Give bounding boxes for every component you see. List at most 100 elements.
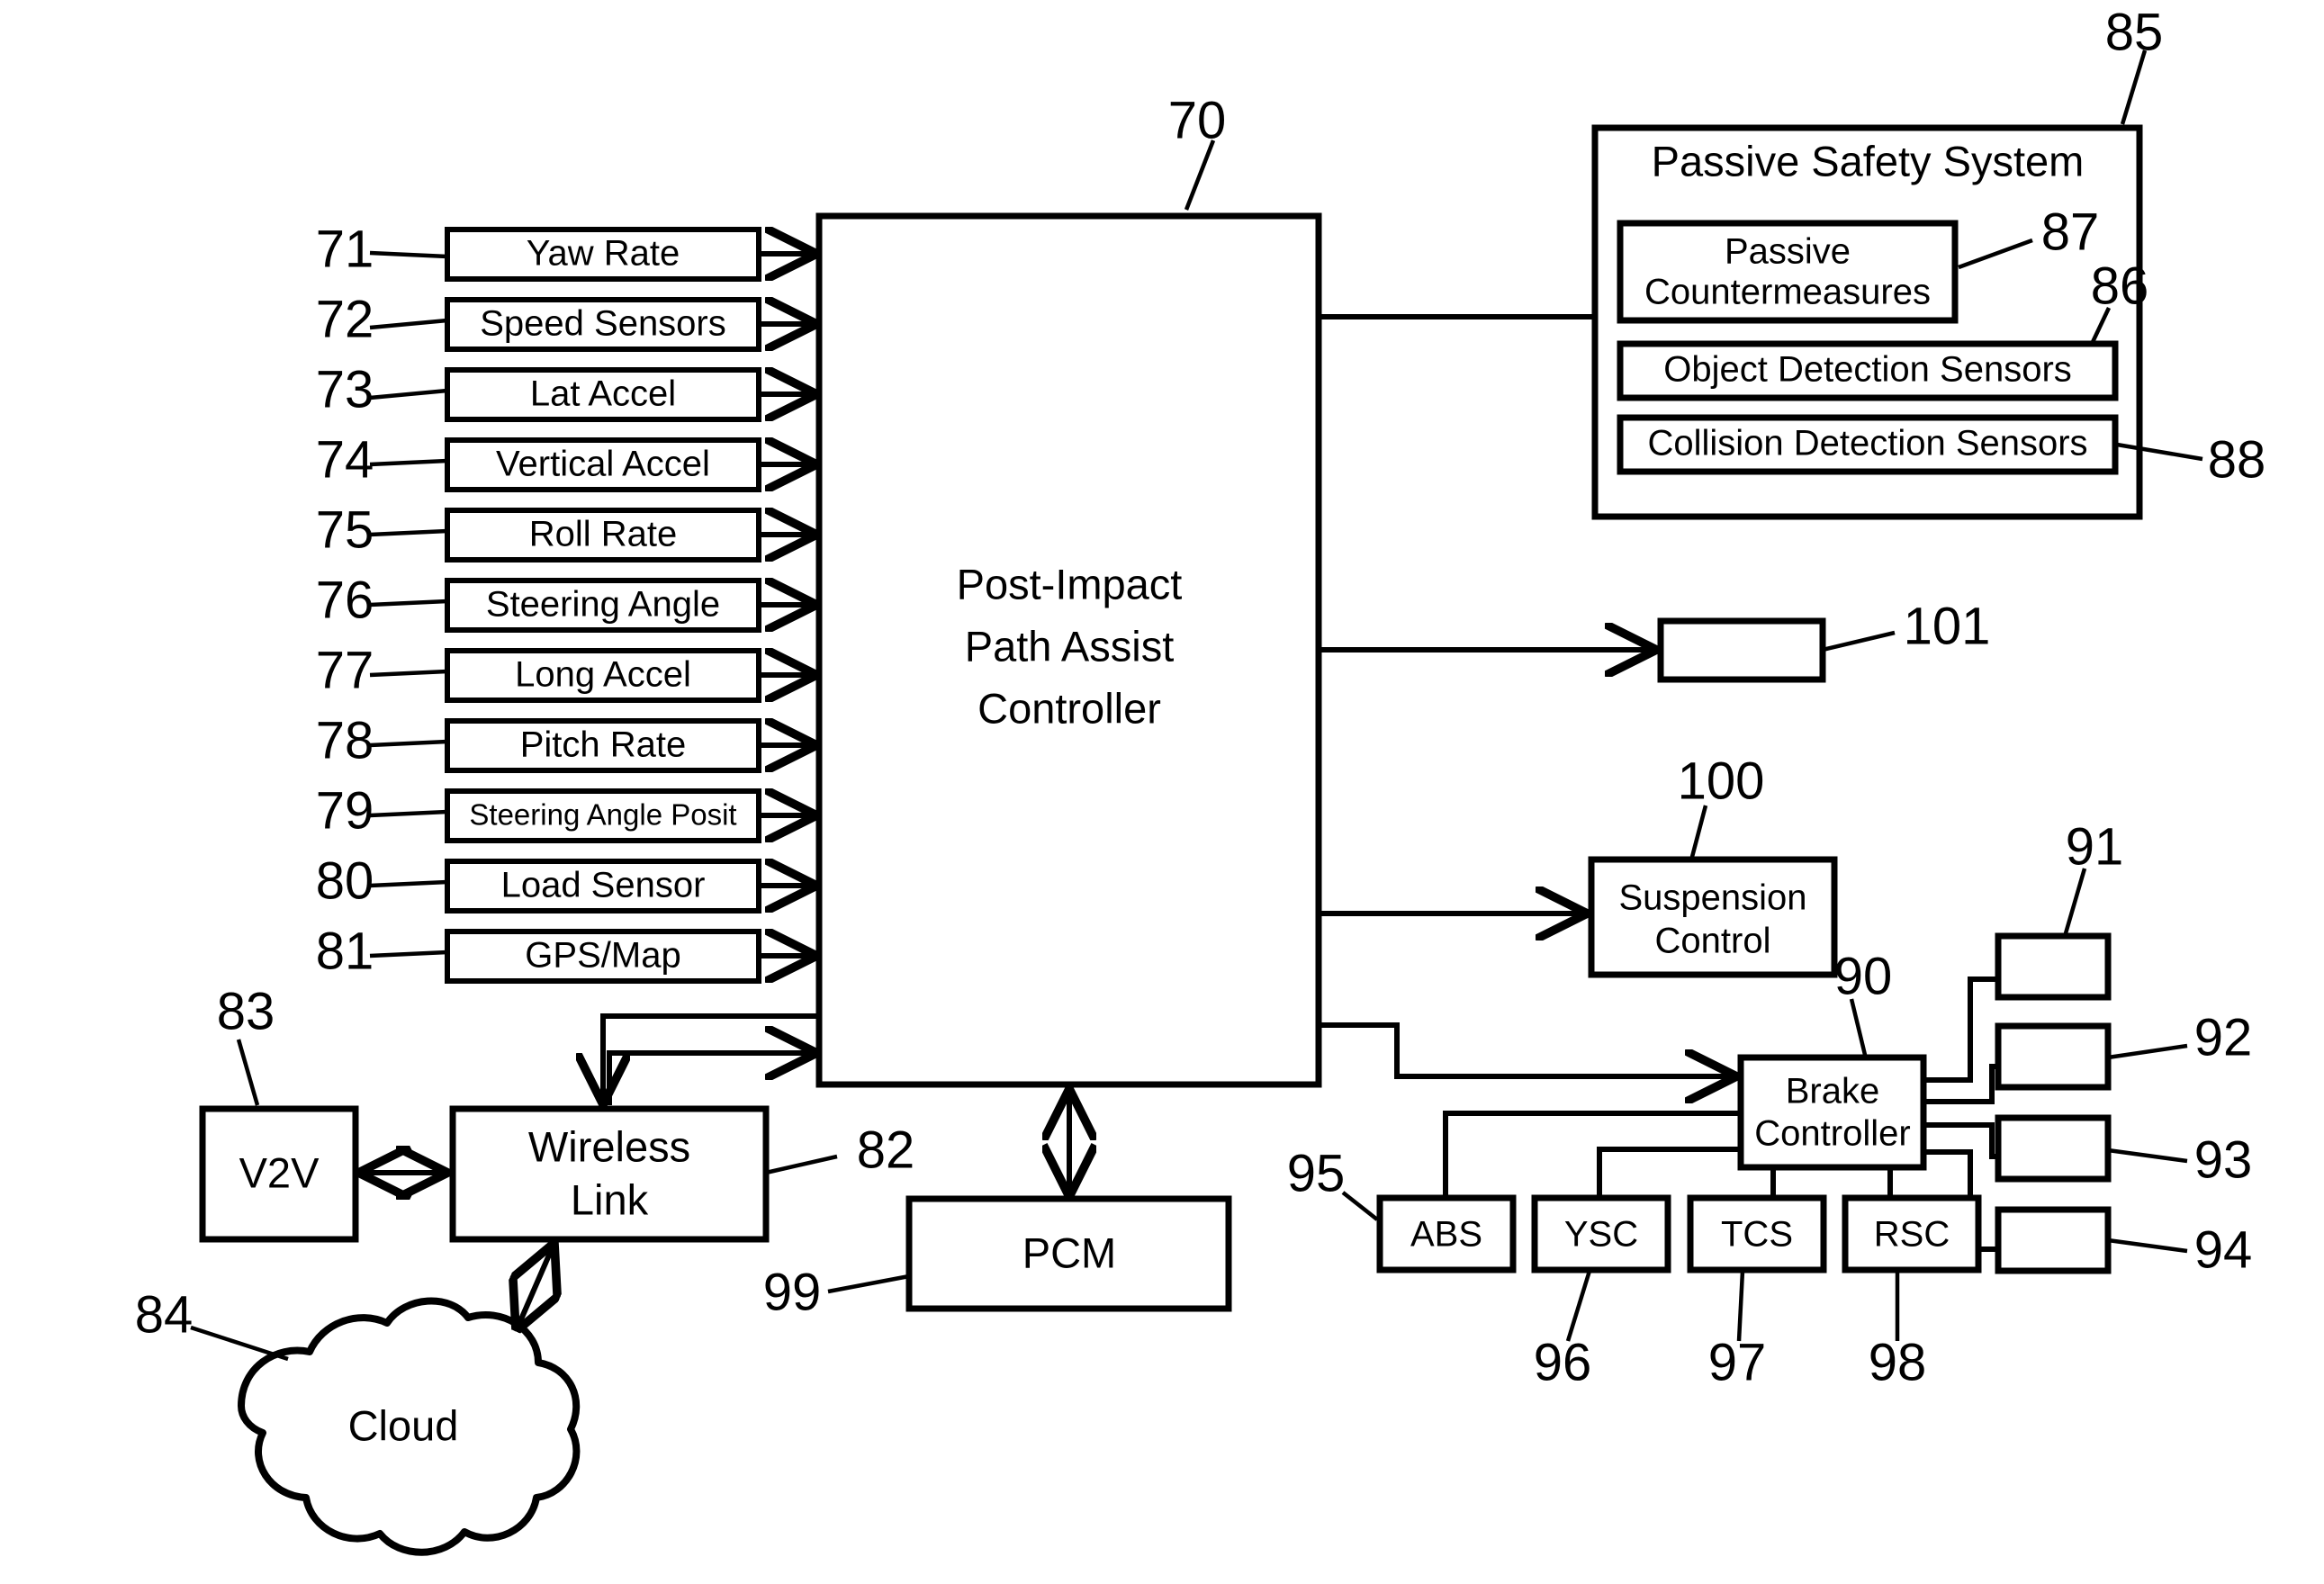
brake-actuator-box-94[interactable]: [1995, 1206, 2112, 1274]
brake-controller[interactable]: Brake Controller: [1737, 1054, 1927, 1171]
wire-brake-to-actuator-92: [1923, 1064, 1998, 1104]
leader-line-92: [2107, 1043, 2188, 1060]
leader-line-93: [2107, 1148, 2188, 1164]
cloud-label: Cloud: [348, 1401, 459, 1449]
leader-line-91: [2063, 868, 2087, 934]
leader-line-76: [369, 598, 448, 608]
brake-controller-label-line1: Brake: [1786, 1072, 1880, 1112]
brake-actuator-93[interactable]: [1995, 1114, 2112, 1183]
leader-line-74: [369, 458, 448, 467]
unlabeled-output-box[interactable]: [1657, 617, 1826, 683]
brake-actuator-box-92[interactable]: [1995, 1022, 2112, 1091]
ref-number-77: 77: [316, 641, 374, 699]
sensor-label-steering-angle-posit: Steering Angle Posit: [469, 798, 736, 832]
ref-number-93: 93: [2194, 1130, 2253, 1189]
passive-safety-system[interactable]: Passive Safety System Passive Countermea…: [1591, 124, 2143, 520]
tcs-label: TCS: [1721, 1215, 1793, 1255]
wireless-link-module[interactable]: Wireless Link: [449, 1105, 770, 1243]
ref-number-94: 94: [2194, 1220, 2253, 1279]
wireless-link-label-line2: Link: [571, 1175, 649, 1223]
sensor-label-roll-rate: Roll Rate: [529, 515, 678, 554]
sensor-label-vertical-accel: Vertical Accel: [496, 445, 710, 484]
sensor-row-roll-rate: 75 Roll Rate: [316, 500, 815, 562]
sensor-row-yaw-rate: 71 Yaw Rate: [316, 220, 815, 282]
ref-number-86: 86: [2091, 256, 2149, 315]
sensor-label-yaw-rate: Yaw Rate: [527, 234, 680, 274]
v2v-label: V2V: [239, 1148, 320, 1196]
passive-safety-system-title: Passive Safety System: [1652, 137, 2085, 184]
collision-detection-sensors-label: Collision Detection Sensors: [1647, 424, 2087, 464]
brake-controller-label-line2: Controller: [1754, 1114, 1910, 1154]
sensor-label-speed-sensors: Speed Sensors: [480, 304, 726, 344]
post-impact-path-assist-controller[interactable]: Post-Impact Path Assist Controller: [815, 212, 1322, 1088]
leader-line-84: [190, 1325, 289, 1362]
v2v-module[interactable]: V2V: [199, 1105, 359, 1243]
pcm-label: PCM: [1022, 1228, 1116, 1276]
cloud-node[interactable]: Cloud: [238, 1297, 581, 1556]
ref-number-96: 96: [1534, 1333, 1592, 1391]
sensor-label-steering-angle: Steering Angle: [486, 585, 720, 625]
leader-line-73: [369, 388, 448, 400]
sensor-row-speed-sensors: 72 Speed Sensors: [316, 290, 815, 352]
leader-line-90: [1849, 998, 1868, 1056]
ref-number-92: 92: [2194, 1008, 2253, 1066]
ref-number-79: 79: [316, 781, 374, 840]
ref-number-95: 95: [1287, 1144, 1346, 1202]
sensor-row-vertical-accel: 74 Vertical Accel: [316, 430, 815, 492]
ysc-label: YSC: [1564, 1215, 1638, 1255]
ref-number-91: 91: [2066, 817, 2124, 876]
object-detection-sensors-label: Object Detection Sensors: [1663, 350, 2072, 390]
brake-subsystem-rsc[interactable]: RSC: [1842, 1194, 1982, 1274]
wire-abs-to-brake-controller: [1443, 1111, 1741, 1198]
sensor-row-load-sensor: 80 Load Sensor: [316, 851, 815, 914]
sensor-row-pitch-rate: 78 Pitch Rate: [316, 711, 815, 773]
ref-number-100: 100: [1678, 752, 1765, 810]
ref-number-83: 83: [217, 982, 275, 1040]
pcm-module[interactable]: PCM: [905, 1195, 1232, 1312]
ref-number-73: 73: [316, 360, 374, 418]
sensor-row-steering-angle-posit: 79 Steering Angle Posit: [316, 781, 815, 843]
brake-actuator-91[interactable]: [1995, 932, 2112, 1001]
leader-line-94: [2107, 1238, 2188, 1254]
leader-line-99: [827, 1274, 910, 1294]
brake-actuator-94[interactable]: [1995, 1206, 2112, 1274]
leader-line-78: [369, 739, 448, 748]
ref-number-84: 84: [135, 1285, 194, 1344]
brake-actuator-box-93[interactable]: [1995, 1114, 2112, 1183]
wire-controller-to-wireless: [603, 1013, 819, 1102]
leader-line-100: [1689, 805, 1708, 858]
ref-number-98: 98: [1869, 1333, 1927, 1391]
ref-number-80: 80: [316, 851, 374, 910]
brake-subsystem-abs[interactable]: ABS: [1376, 1194, 1517, 1274]
wireless-link-label-line1: Wireless: [528, 1122, 690, 1170]
brake-subsystem-tcs[interactable]: TCS: [1687, 1194, 1827, 1274]
brake-actuator-box-91[interactable]: [1995, 932, 2112, 1001]
controller-label-line2: Path Assist: [965, 622, 1175, 670]
output-box-101[interactable]: [1657, 617, 1826, 683]
wire-cloud-wireless-bidirectional: [518, 1245, 554, 1328]
suspension-control[interactable]: Suspension Control: [1588, 856, 1838, 978]
controller-label-line3: Controller: [977, 684, 1161, 732]
ref-number-70: 70: [1168, 91, 1227, 149]
ref-number-76: 76: [316, 571, 374, 629]
ref-number-88: 88: [2208, 430, 2266, 489]
leader-line-97: [1736, 1270, 1745, 1342]
suspension-control-label-line2: Control: [1655, 922, 1771, 961]
wire-controller-to-brake-controller: [1319, 1022, 1734, 1076]
leader-line-101: [1822, 630, 1896, 652]
ref-number-82: 82: [857, 1120, 915, 1179]
controller-label-line1: Post-Impact: [957, 560, 1183, 608]
leader-line-82: [765, 1154, 838, 1175]
leader-line-70: [1184, 140, 1216, 211]
ref-number-78: 78: [316, 711, 374, 770]
ref-number-97: 97: [1708, 1333, 1767, 1391]
brake-actuator-92[interactable]: [1995, 1022, 2112, 1091]
sensor-label-lat-accel: Lat Accel: [530, 374, 676, 414]
patent-figure-diagram: 71 Yaw Rate 72 Speed Sensors 73 Lat Acce…: [0, 0, 2324, 1584]
ref-number-74: 74: [316, 430, 374, 489]
leader-line-95: [1341, 1191, 1379, 1221]
sensor-row-long-accel: 77 Long Accel: [316, 641, 815, 703]
ref-number-71: 71: [316, 220, 374, 278]
brake-subsystem-ysc[interactable]: YSC: [1531, 1194, 1671, 1274]
leader-line-71: [369, 250, 448, 259]
